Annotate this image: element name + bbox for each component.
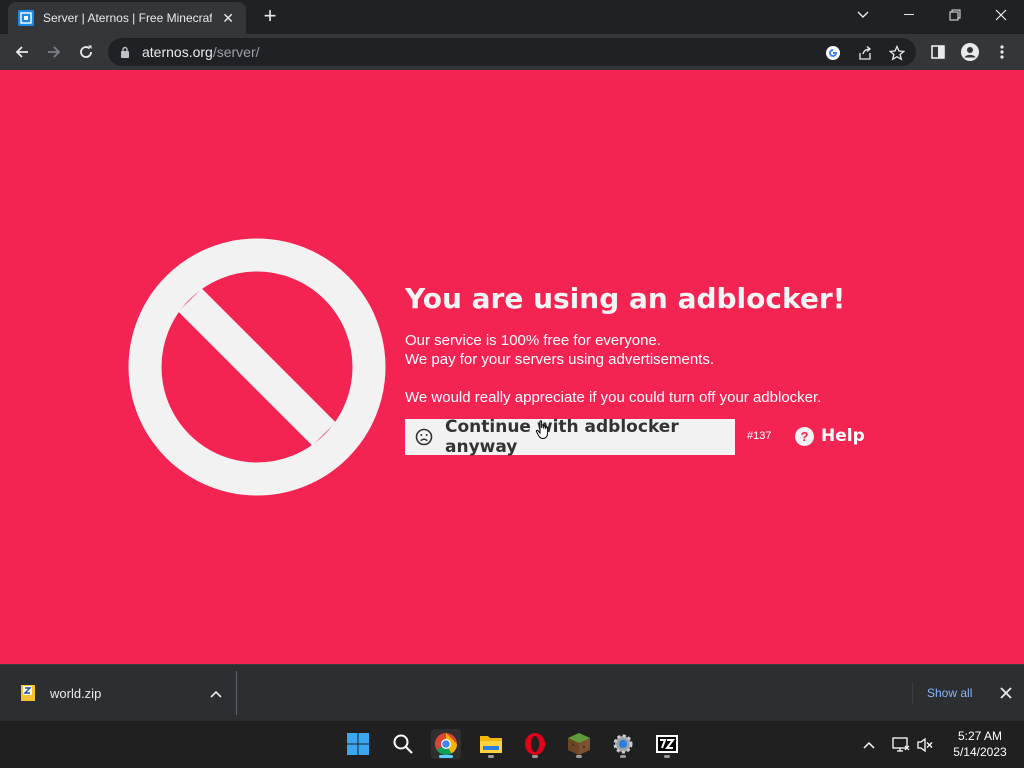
new-tab-button[interactable]: + bbox=[258, 5, 282, 29]
address-bar[interactable]: aternos.org/server/ bbox=[108, 38, 916, 66]
error-code: #137 bbox=[747, 430, 772, 442]
browser-tab[interactable]: Server | Aternos | Free Minecraft Server… bbox=[8, 2, 246, 34]
action-row: Continue with adblocker anyway #137 ? He… bbox=[405, 417, 965, 457]
settings-gear-icon[interactable] bbox=[608, 729, 638, 759]
download-divider bbox=[236, 671, 237, 715]
url-path: /server/ bbox=[212, 44, 260, 60]
sad-face-icon bbox=[415, 428, 433, 446]
prohibited-icon bbox=[128, 238, 386, 496]
opera-icon[interactable] bbox=[520, 729, 550, 759]
page-title: You are using an adblocker! bbox=[405, 282, 846, 315]
download-bar: world.zip Show all bbox=[0, 664, 1024, 720]
close-download-bar-icon[interactable] bbox=[996, 683, 1016, 703]
minecraft-icon[interactable] bbox=[564, 729, 594, 759]
app-running-indicator bbox=[532, 755, 538, 758]
profile-avatar-icon[interactable] bbox=[956, 38, 984, 66]
clock-time: 5:27 AM bbox=[957, 729, 1003, 743]
google-icon[interactable] bbox=[824, 44, 842, 62]
system-clock[interactable]: 5:27 AM 5/14/2023 bbox=[944, 728, 1016, 760]
close-window-button[interactable] bbox=[978, 0, 1024, 30]
share-icon[interactable] bbox=[856, 44, 874, 62]
7zip-icon[interactable] bbox=[652, 729, 682, 759]
browser-toolbar: aternos.org/server/ bbox=[0, 34, 1024, 70]
continue-with-adblocker-button[interactable]: Continue with adblocker anyway bbox=[405, 417, 735, 457]
active-app-indicator bbox=[439, 755, 453, 758]
tab-strip: Server | Aternos | Free Minecraft Server… bbox=[0, 0, 1024, 34]
zip-file-icon bbox=[20, 684, 36, 702]
aternos-favicon-icon bbox=[18, 10, 34, 26]
adblock-warning-page: You are using an adblocker! Our service … bbox=[0, 70, 1024, 664]
tab-title: Server | Aternos | Free Minecraft Server bbox=[43, 11, 213, 25]
restore-button[interactable] bbox=[932, 0, 978, 30]
clock-date: 5/14/2023 bbox=[953, 745, 1007, 759]
download-file-name: world.zip bbox=[50, 685, 102, 701]
request-text: We would really appreciate if you could … bbox=[405, 389, 822, 406]
help-label: Help bbox=[821, 426, 865, 446]
browser-menu-icon[interactable] bbox=[988, 38, 1016, 66]
minimize-button[interactable] bbox=[886, 0, 932, 30]
info-text: Our service is 100% free for everyone. W… bbox=[405, 331, 965, 369]
show-all-button[interactable]: Show all bbox=[912, 682, 986, 704]
app-running-indicator bbox=[488, 755, 494, 758]
app-running-indicator bbox=[620, 755, 626, 758]
warning-content: You are using an adblocker! Our service … bbox=[405, 282, 965, 457]
help-question-icon: ? bbox=[795, 426, 814, 446]
app-running-indicator bbox=[576, 755, 582, 758]
forward-button[interactable] bbox=[40, 38, 68, 66]
continue-label: Continue with adblocker anyway bbox=[445, 417, 679, 457]
side-panel-icon[interactable] bbox=[924, 38, 952, 66]
lock-icon[interactable] bbox=[120, 46, 130, 58]
hand-cursor-icon bbox=[535, 420, 551, 445]
chevron-up-icon[interactable] bbox=[210, 685, 222, 703]
help-link[interactable]: ? Help bbox=[795, 426, 865, 446]
volume-muted-icon[interactable] bbox=[914, 735, 936, 755]
start-icon[interactable] bbox=[343, 729, 373, 759]
tab-search-chevron-icon[interactable] bbox=[840, 0, 886, 30]
app-running-indicator bbox=[664, 755, 670, 758]
search-icon[interactable] bbox=[388, 729, 418, 759]
tab-close-icon[interactable]: ✕ bbox=[220, 10, 236, 27]
url-host: aternos.org bbox=[142, 44, 213, 60]
download-item[interactable]: world.zip bbox=[10, 673, 236, 713]
file-explorer-icon[interactable] bbox=[476, 729, 506, 759]
windows-taskbar: 5:27 AM 5/14/2023 bbox=[0, 720, 1024, 768]
chrome-icon[interactable] bbox=[431, 729, 461, 759]
back-button[interactable] bbox=[8, 38, 36, 66]
bookmark-star-icon[interactable] bbox=[888, 44, 906, 62]
network-icon[interactable] bbox=[890, 735, 912, 755]
info-line-2: We pay for your servers using advertisem… bbox=[405, 351, 715, 368]
tray-chevron-up-icon[interactable] bbox=[858, 735, 880, 755]
reload-button[interactable] bbox=[72, 38, 100, 66]
info-line-1: Our service is 100% free for everyone. bbox=[405, 332, 661, 349]
